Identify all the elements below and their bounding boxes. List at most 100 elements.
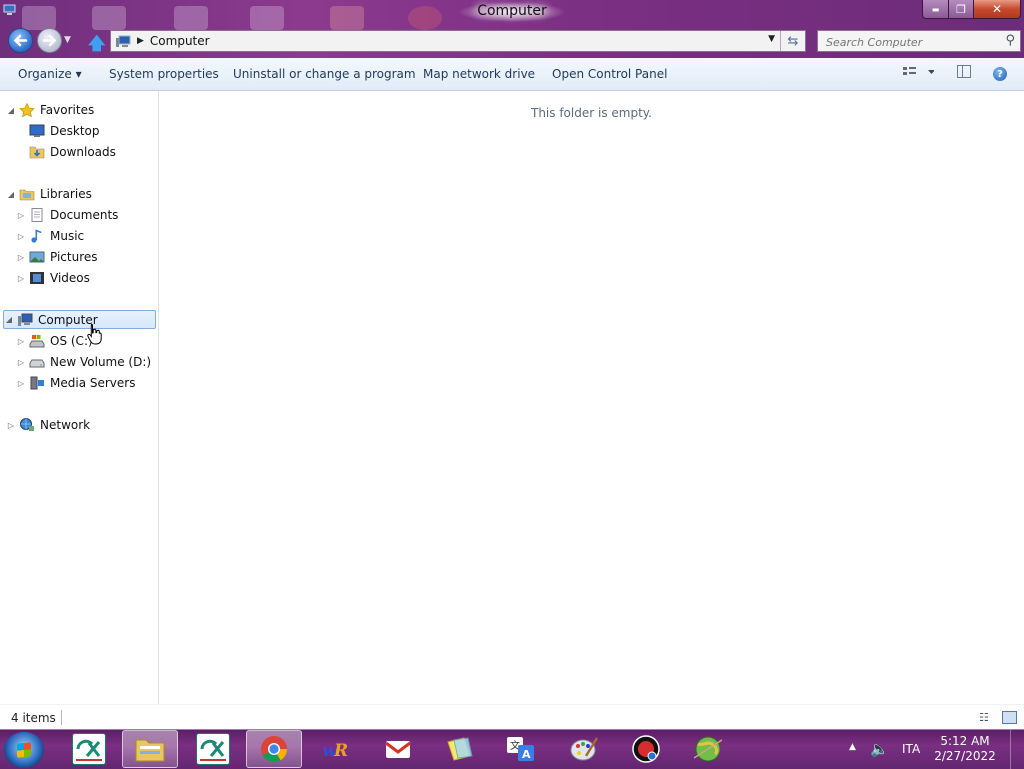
search-input[interactable] <box>824 32 998 52</box>
details-view-icon[interactable]: ☷ <box>979 711 989 724</box>
empty-folder-message: This folder is empty. <box>531 106 652 120</box>
tree-item-os-c[interactable]: ▷ OS (C:) <box>16 332 93 350</box>
expand-arrow-icon[interactable]: ▷ <box>16 379 26 388</box>
language-indicator[interactable]: ITA <box>902 742 920 756</box>
organize-button[interactable]: Organize ▾ <box>18 67 82 81</box>
expand-arrow-icon[interactable]: ▷ <box>16 232 26 241</box>
large-icons-view-icon[interactable] <box>1002 711 1017 724</box>
start-button[interactable] <box>4 732 44 768</box>
preview-pane-icon[interactable] <box>957 65 971 78</box>
tree-label: New Volume (D:) <box>50 355 152 369</box>
expand-arrow-icon[interactable]: ▷ <box>16 274 26 283</box>
pictures-icon <box>29 250 45 264</box>
expand-arrow-icon[interactable]: ▷ <box>16 211 26 220</box>
window-title: Computer <box>477 3 547 19</box>
file-explorer-icon <box>134 734 166 764</box>
tree-item-documents[interactable]: ▷ Documents <box>16 206 118 224</box>
tree-item-desktop[interactable]: Desktop <box>16 122 100 140</box>
navigation-pane: ◢ Favorites Desktop Downloads ◢ Librarie… <box>0 91 159 704</box>
system-clock[interactable]: 5:12 AM 2/27/2022 <box>930 734 1000 764</box>
collapse-arrow-icon[interactable]: ◢ <box>4 315 14 324</box>
up-arrow-icon[interactable]: 🡅 <box>88 31 105 60</box>
paint-icon <box>568 734 600 764</box>
taskbar-app-file-explorer[interactable] <box>122 730 178 768</box>
tree-item-new-volume-d[interactable]: ▷ New Volume (D:) <box>16 353 151 371</box>
item-count: 4 items <box>11 711 56 725</box>
breadcrumb-computer[interactable]: Computer <box>150 34 210 48</box>
tree-item-music[interactable]: ▷ Music <box>16 227 84 245</box>
tree-label: Videos <box>50 271 90 285</box>
taskbar-app-sticky-notes[interactable] <box>432 730 488 768</box>
maximize-button[interactable]: ❐ <box>948 0 974 19</box>
media-server-icon <box>29 376 45 390</box>
expand-arrow-icon[interactable]: ▷ <box>16 358 26 367</box>
hand-cursor-icon <box>87 324 102 345</box>
tree-label: Music <box>50 229 85 243</box>
taskbar-app-media-player[interactable] <box>618 730 674 768</box>
taskbar-app-wordreference[interactable]: wR <box>307 730 363 768</box>
tree-label: Network <box>40 418 91 432</box>
minimize-icon: ▬ <box>931 4 940 14</box>
translate-icon: 文A <box>505 734 537 764</box>
taskbar-app-paint[interactable] <box>556 730 612 768</box>
credit-agricole-icon <box>196 733 230 765</box>
taskbar-app-credit-agricole-2[interactable] <box>185 730 241 768</box>
system-properties-button[interactable]: System properties <box>109 67 219 81</box>
recent-pages-dropdown[interactable]: ▼ <box>64 35 71 45</box>
search-icon[interactable]: ⚲ <box>1005 33 1015 48</box>
tree-item-network[interactable]: ▷ Network <box>6 416 90 434</box>
collapse-arrow-icon[interactable]: ◢ <box>6 106 16 115</box>
tree-label: Desktop <box>50 124 100 138</box>
tree-item-downloads[interactable]: Downloads <box>16 143 116 161</box>
downloads-folder-icon <box>29 145 45 159</box>
star-icon <box>19 102 35 118</box>
forward-arrow-icon <box>42 34 57 47</box>
minimize-button[interactable]: ▬ <box>922 0 949 19</box>
back-button[interactable] <box>8 28 33 53</box>
change-view-button[interactable] <box>902 66 935 81</box>
file-list-area[interactable]: This folder is empty. <box>159 91 1024 704</box>
status-bar: 4 items ☷ <box>0 704 1024 730</box>
expand-arrow-icon[interactable]: ▷ <box>16 253 26 262</box>
documents-icon <box>29 208 45 222</box>
taskbar-app-translate[interactable]: 文A <box>493 730 549 768</box>
help-icon[interactable]: ? <box>993 67 1007 81</box>
refresh-button[interactable]: ⇆ <box>780 31 805 51</box>
open-control-panel-button[interactable]: Open Control Panel <box>552 67 667 81</box>
tree-item-media-servers[interactable]: ▷ Media Servers <box>16 374 136 392</box>
volume-icon[interactable]: 🔈 <box>870 740 889 758</box>
address-bar[interactable]: ▶ Computer ▼ ⇆ <box>110 30 806 52</box>
close-button[interactable]: ✕ <box>973 0 1021 19</box>
taskbar-app-chrome[interactable] <box>246 730 302 768</box>
taskbar-app-earth[interactable] <box>680 730 736 768</box>
taskbar-app-gmail[interactable] <box>370 730 426 768</box>
breadcrumb-chevron-icon[interactable]: ▶ <box>137 36 144 46</box>
tree-label: Documents <box>50 208 119 222</box>
clock-date: 2/27/2022 <box>934 749 996 763</box>
status-divider <box>61 710 62 725</box>
collapse-arrow-icon[interactable]: ◢ <box>6 190 16 199</box>
tree-item-computer[interactable]: ◢ Computer <box>3 310 156 329</box>
tree-label: Favorites <box>40 103 95 117</box>
address-history-dropdown[interactable]: ▼ <box>768 34 775 44</box>
tree-item-favorites[interactable]: ◢ Favorites <box>6 101 94 119</box>
gmail-icon <box>382 734 414 764</box>
back-arrow-icon <box>13 34 28 47</box>
tree-item-videos[interactable]: ▷ Videos <box>16 269 90 287</box>
expand-arrow-icon[interactable]: ▷ <box>16 337 26 346</box>
expand-arrow-icon[interactable]: ▷ <box>6 421 16 430</box>
network-icon <box>19 418 35 432</box>
tree-item-pictures[interactable]: ▷ Pictures <box>16 248 98 266</box>
tree-label: Pictures <box>50 250 98 264</box>
sticky-notes-icon <box>444 734 476 764</box>
search-box[interactable]: ⚲ <box>817 30 1021 52</box>
forward-button[interactable] <box>37 28 62 53</box>
map-network-drive-button[interactable]: Map network drive <box>423 67 535 81</box>
tree-label: Media Servers <box>50 376 136 390</box>
uninstall-program-button[interactable]: Uninstall or change a program <box>233 67 416 81</box>
show-hidden-icons-button[interactable]: ▲ <box>849 742 856 752</box>
tree-item-libraries[interactable]: ◢ Libraries <box>6 185 92 203</box>
taskbar-app-credit-agricole[interactable] <box>61 730 117 768</box>
tree-label: Libraries <box>40 187 92 201</box>
show-desktop-button[interactable] <box>1010 730 1024 769</box>
